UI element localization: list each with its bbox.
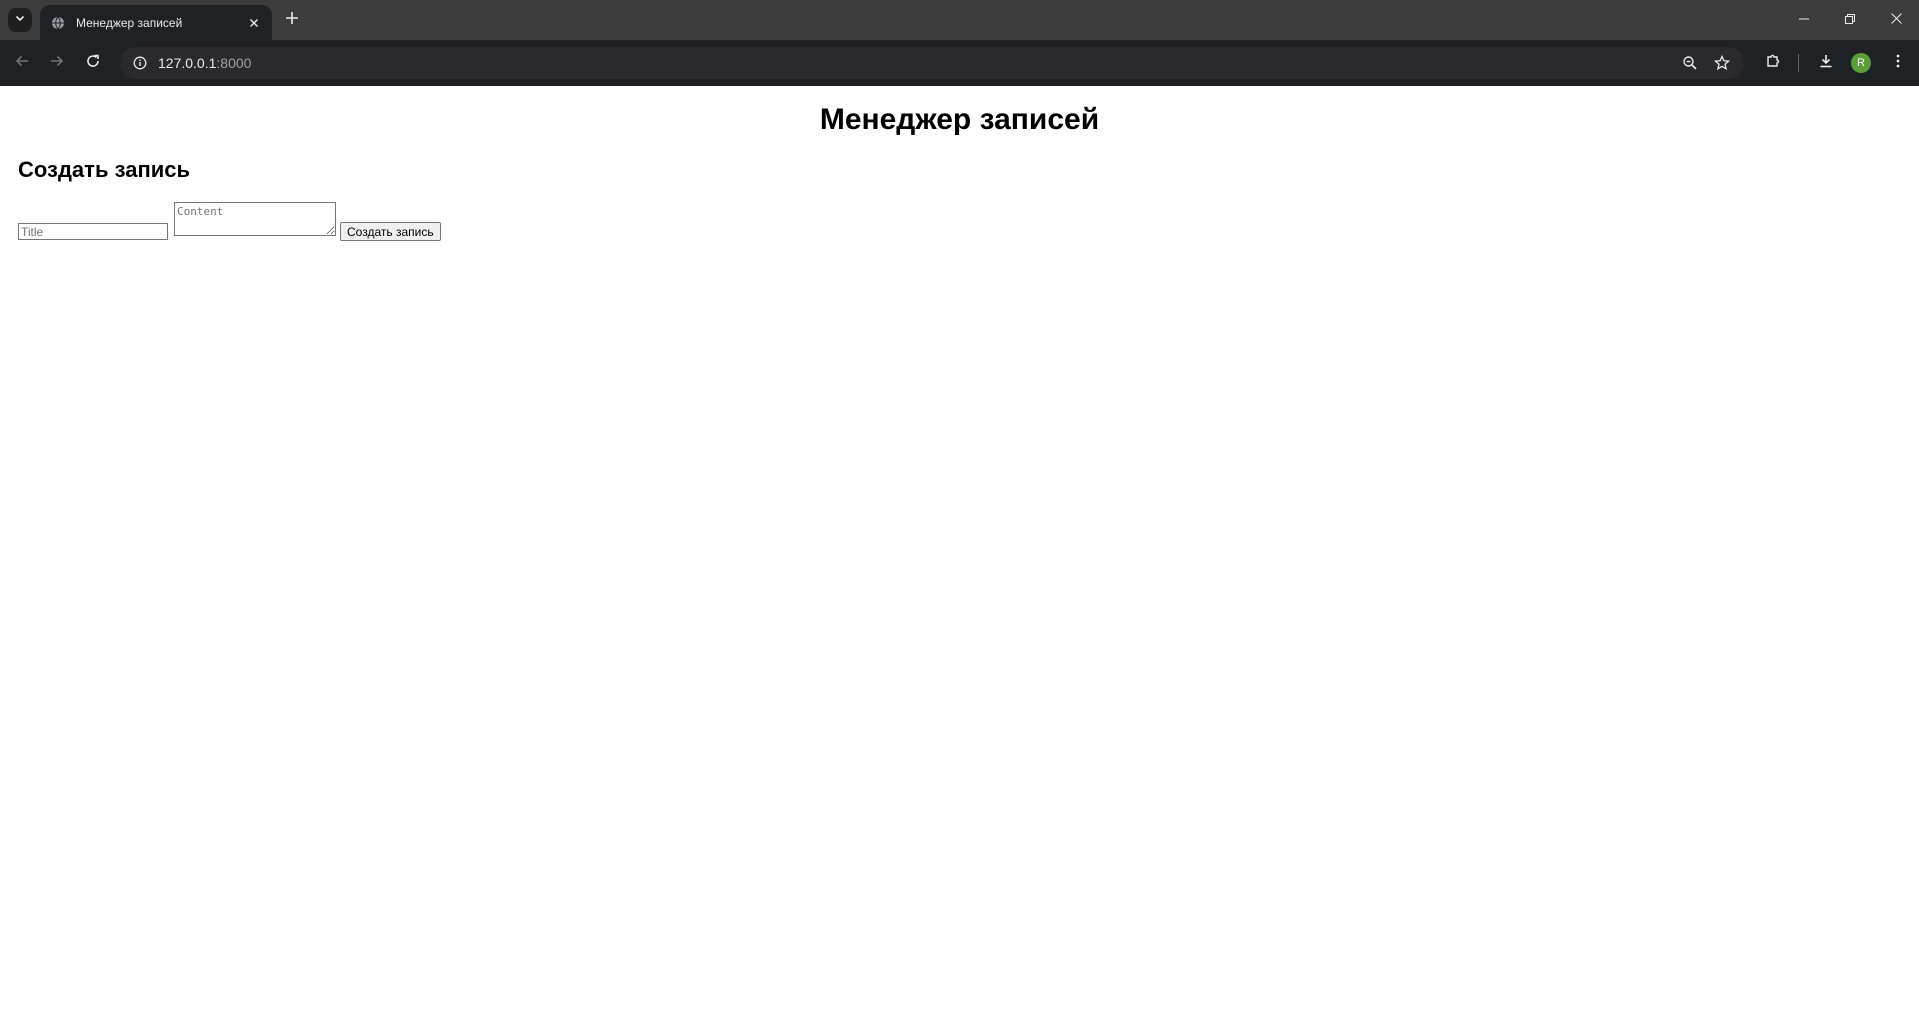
download-icon	[1818, 53, 1834, 74]
tab-title: Менеджер записей	[76, 15, 183, 30]
profile-avatar[interactable]: R	[1851, 53, 1871, 73]
browser-tab-active[interactable]: Менеджер записей	[40, 5, 272, 40]
minimize-icon	[1799, 11, 1809, 29]
chevron-down-icon	[14, 11, 26, 29]
arrow-left-icon	[14, 53, 30, 74]
close-window-button[interactable]	[1873, 0, 1919, 40]
close-icon	[1890, 11, 1902, 29]
info-icon[interactable]	[128, 51, 152, 75]
restore-button[interactable]	[1827, 0, 1873, 40]
browser-toolbar: 127.0.0.1:8000 R	[0, 40, 1919, 86]
minimize-button[interactable]	[1781, 0, 1827, 40]
zoom-out-icon[interactable]	[1678, 51, 1702, 75]
arrow-right-icon	[49, 53, 65, 74]
url-host: 127.0.0.1	[158, 55, 217, 71]
page-content: Менеджер записей Создать запись Создать …	[0, 86, 1919, 1031]
create-record-button[interactable]: Создать запись	[340, 222, 441, 241]
forward-button[interactable]	[41, 47, 73, 79]
address-url: 127.0.0.1:8000	[158, 55, 251, 71]
reload-button[interactable]	[77, 47, 109, 79]
extensions-button[interactable]	[1757, 47, 1789, 79]
toolbar-divider	[1798, 54, 1799, 72]
globe-icon	[50, 15, 66, 31]
new-tab-button[interactable]	[280, 8, 304, 32]
browser-menu-button[interactable]	[1882, 47, 1914, 79]
tab-search-button[interactable]	[8, 8, 32, 32]
browser-window: Менеджер записей 127.0.0.1:8000 R Менедж…	[0, 0, 1919, 1031]
plus-icon	[285, 11, 299, 30]
restore-icon	[1845, 11, 1855, 29]
reload-icon	[85, 53, 101, 74]
title-input[interactable]	[18, 223, 168, 240]
url-port: :8000	[216, 55, 252, 71]
kebab-menu-icon	[1896, 54, 1900, 73]
content-textarea[interactable]	[174, 202, 336, 236]
close-icon[interactable]	[244, 13, 264, 33]
tab-strip: Менеджер записей	[0, 0, 1919, 40]
create-record-heading: Создать запись	[18, 157, 191, 182]
address-bar[interactable]: 127.0.0.1:8000	[120, 47, 1744, 79]
back-button[interactable]	[6, 47, 38, 79]
star-icon[interactable]	[1710, 51, 1734, 75]
puzzle-icon	[1765, 53, 1781, 74]
page-title: Менеджер записей	[819, 103, 1100, 136]
downloads-button[interactable]	[1810, 47, 1842, 79]
